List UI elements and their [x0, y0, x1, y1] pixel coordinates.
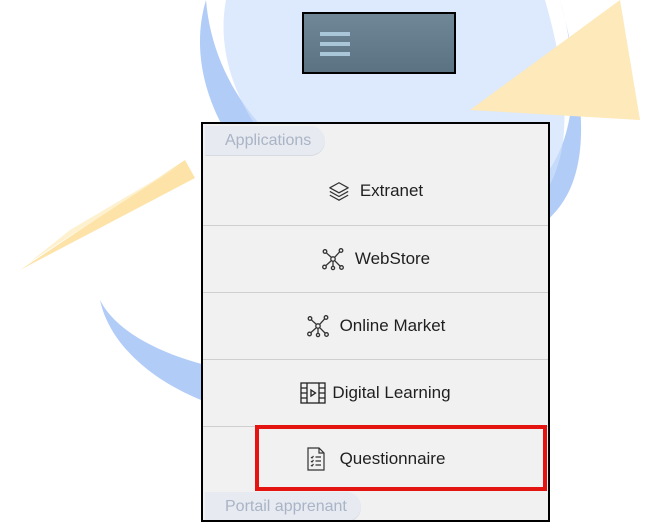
section-label-portail-apprenant: Portail apprenant [205, 492, 361, 520]
menu-item-webstore[interactable]: WebStore [203, 226, 548, 292]
network-icon [306, 314, 330, 338]
applications-menu: Applications Extranet WebStore Online Ma… [201, 122, 550, 522]
menu-item-questionnaire[interactable]: Questionnaire [203, 427, 548, 491]
menu-toggle-button[interactable] [302, 12, 456, 74]
menu-item-extranet[interactable]: Extranet [203, 157, 548, 225]
checklist-document-icon [306, 447, 326, 471]
section-label-applications: Applications [205, 126, 326, 155]
menu-item-label: Online Market [339, 316, 446, 335]
layers-icon [328, 180, 350, 202]
menu-item-label: WebStore [354, 249, 431, 268]
menu-item-label: Questionnaire [339, 449, 446, 468]
menu-item-online-market[interactable]: Online Market [203, 293, 548, 359]
hamburger-icon [320, 32, 350, 56]
menu-item-label: Extranet [359, 181, 424, 200]
video-film-icon [300, 381, 327, 405]
network-icon [321, 247, 345, 271]
menu-item-digital-learning[interactable]: Digital Learning [203, 360, 548, 426]
menu-item-label: Digital Learning [332, 383, 451, 402]
